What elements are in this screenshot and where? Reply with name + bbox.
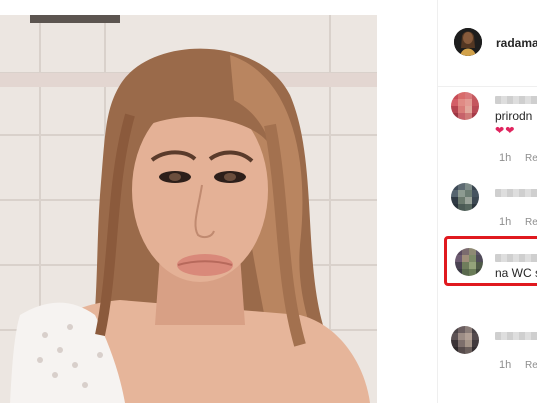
post-username[interactable]: radama <box>496 36 537 50</box>
instagram-post-view: radama prirodn ❤❤ 1h Re 1h Re na WC s 1h… <box>0 0 537 403</box>
post-header: radama <box>438 0 537 87</box>
reply-button[interactable]: Re <box>525 217 537 228</box>
comment-time[interactable]: 1h <box>499 216 511 228</box>
selfie-image <box>0 15 377 403</box>
comment-time[interactable]: 1h <box>499 359 511 371</box>
commenter-name-blurred <box>495 189 537 197</box>
comment-text: prirodn <box>495 109 533 123</box>
comment-item: 1h Re <box>437 183 537 233</box>
post-photo[interactable] <box>0 15 377 403</box>
avatar-image <box>454 28 482 56</box>
comment-time[interactable]: 1h <box>499 152 511 164</box>
commenter-name-blurred <box>495 332 537 340</box>
red-highlight-box <box>444 236 537 286</box>
comment-item: prirodn ❤❤ 1h Re <box>437 92 537 172</box>
comment-item: 1h Re <box>437 326 537 376</box>
reply-button[interactable]: Re <box>525 360 537 371</box>
commenter-avatar-blurred[interactable] <box>451 326 479 354</box>
profile-avatar[interactable] <box>454 28 482 56</box>
commenter-avatar-blurred[interactable] <box>451 183 479 211</box>
heart-emoji-icons: ❤❤ <box>495 125 516 137</box>
reply-button[interactable]: Re <box>525 153 537 164</box>
commenter-name-blurred <box>495 96 537 104</box>
commenter-avatar-blurred[interactable] <box>451 92 479 120</box>
